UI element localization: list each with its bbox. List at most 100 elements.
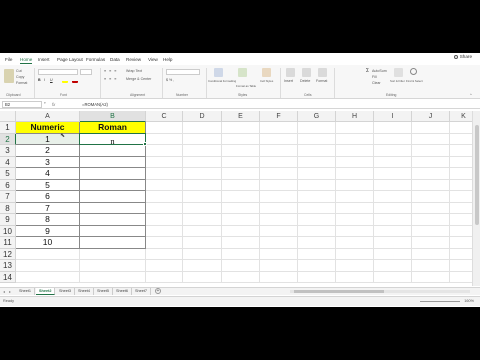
cell-i8[interactable]	[374, 202, 412, 214]
cell-f5[interactable]	[260, 168, 298, 180]
row-header-3[interactable]: 3	[0, 145, 16, 157]
cell-e3[interactable]	[222, 145, 260, 157]
font-size-select[interactable]	[80, 69, 92, 75]
italic-icon[interactable]: I	[44, 78, 45, 82]
menu-item-insert[interactable]: Insert	[38, 57, 50, 62]
cell-a6[interactable]: 5	[16, 179, 80, 191]
cell-f2[interactable]	[260, 133, 298, 145]
column-header-a[interactable]: A	[16, 111, 80, 122]
formula-input[interactable]: =ROMAN(A2)	[82, 101, 108, 108]
cell-a2[interactable]: 1	[16, 133, 80, 145]
cell-a5[interactable]: 4	[16, 168, 80, 180]
cell-a4[interactable]: 3	[16, 156, 80, 168]
cell-d4[interactable]	[183, 156, 222, 168]
column-header-e[interactable]: E	[222, 111, 260, 122]
cell-e9[interactable]	[222, 214, 260, 226]
vertical-scrollbar-thumb[interactable]	[475, 125, 479, 225]
cell-h2[interactable]	[336, 133, 374, 145]
cell-d8[interactable]	[183, 202, 222, 214]
sheet-tab-sheet2[interactable]: Sheet2	[36, 288, 56, 295]
cell-f10[interactable]	[260, 225, 298, 237]
menu-item-view[interactable]: View	[148, 57, 158, 62]
cell-i5[interactable]	[374, 168, 412, 180]
sheet-tab-sheet6[interactable]: Sheet6	[113, 288, 133, 295]
cell-a13[interactable]	[16, 260, 80, 272]
conditional-formatting-label[interactable]: Conditional Formatting	[208, 79, 236, 83]
column-header-b[interactable]: B	[80, 111, 146, 122]
column-header-h[interactable]: H	[336, 111, 374, 122]
font-name-select[interactable]	[38, 69, 78, 75]
cell-d6[interactable]	[183, 179, 222, 191]
format-as-table-label[interactable]: Format as Table	[236, 84, 256, 88]
cell-g12[interactable]	[298, 248, 336, 260]
insert-cells-icon[interactable]	[286, 68, 295, 77]
cell-g5[interactable]	[298, 168, 336, 180]
column-header-f[interactable]: F	[260, 111, 298, 122]
cell-d12[interactable]	[183, 248, 222, 260]
cell-j2[interactable]	[412, 133, 450, 145]
conditional-formatting-icon[interactable]	[214, 68, 223, 77]
cell-h6[interactable]	[336, 179, 374, 191]
format-button[interactable]: Format	[316, 79, 327, 83]
cell-a12[interactable]	[16, 248, 80, 260]
cell-d14[interactable]	[183, 271, 222, 283]
select-all-corner[interactable]	[0, 111, 16, 122]
row-header-5[interactable]: 5	[0, 168, 16, 180]
cell-i13[interactable]	[374, 260, 412, 272]
sheet-tab-sheet7[interactable]: Sheet7	[132, 288, 152, 295]
cell-j14[interactable]	[412, 271, 450, 283]
fill-color-icon[interactable]	[62, 77, 68, 83]
cell-j12[interactable]	[412, 248, 450, 260]
cell-f4[interactable]	[260, 156, 298, 168]
cell-f11[interactable]	[260, 237, 298, 249]
cell-e1[interactable]	[222, 122, 260, 134]
sheet-tab-sheet5[interactable]: Sheet5	[94, 288, 114, 295]
cell-h9[interactable]	[336, 214, 374, 226]
cell-f1[interactable]	[260, 122, 298, 134]
row-header-6[interactable]: 6	[0, 179, 16, 191]
cell-j4[interactable]	[412, 156, 450, 168]
autosum-icon[interactable]: Σ	[366, 68, 369, 74]
cell-j3[interactable]	[412, 145, 450, 157]
cell-j5[interactable]	[412, 168, 450, 180]
cell-i10[interactable]	[374, 225, 412, 237]
font-color-icon[interactable]	[72, 77, 78, 83]
cell-a1[interactable]: Numeric	[16, 122, 80, 134]
cell-h10[interactable]	[336, 225, 374, 237]
number-format-select[interactable]	[166, 69, 200, 75]
row-header-9[interactable]: 9	[0, 214, 16, 226]
cell-e4[interactable]	[222, 156, 260, 168]
cell-g11[interactable]	[298, 237, 336, 249]
format-cells-icon[interactable]	[318, 68, 327, 77]
cell-d11[interactable]	[183, 237, 222, 249]
cell-b11[interactable]	[80, 237, 146, 249]
row-header-8[interactable]: 8	[0, 202, 16, 214]
add-sheet-button[interactable]: +	[155, 288, 161, 294]
cell-b12[interactable]	[80, 248, 146, 260]
sort-filter-button[interactable]: Sort & Filter	[390, 79, 405, 83]
delete-button[interactable]: Delete	[300, 79, 310, 83]
menu-item-formulas[interactable]: Formulas	[86, 57, 105, 62]
cell-i11[interactable]	[374, 237, 412, 249]
cell-a11[interactable]: 10	[16, 237, 80, 249]
cell-b6[interactable]	[80, 179, 146, 191]
currency-icon[interactable]: $ % ,	[166, 78, 174, 82]
cell-b3[interactable]	[80, 145, 146, 157]
align-left-icons[interactable]: ≡ ≡ ≡	[104, 77, 117, 81]
menu-item-home[interactable]: Home	[20, 57, 33, 64]
find-select-icon[interactable]	[410, 68, 417, 75]
row-header-1[interactable]: 1	[0, 122, 16, 134]
cell-c1[interactable]	[146, 122, 183, 134]
row-header-12[interactable]: 12	[0, 248, 16, 260]
cell-d13[interactable]	[183, 260, 222, 272]
cell-h7[interactable]	[336, 191, 374, 203]
cell-c13[interactable]	[146, 260, 183, 272]
cell-f6[interactable]	[260, 179, 298, 191]
cell-a14[interactable]	[16, 271, 80, 283]
cell-c12[interactable]	[146, 248, 183, 260]
cell-j1[interactable]	[412, 122, 450, 134]
cell-f9[interactable]	[260, 214, 298, 226]
cell-i7[interactable]	[374, 191, 412, 203]
cell-b7[interactable]	[80, 191, 146, 203]
cell-g1[interactable]	[298, 122, 336, 134]
